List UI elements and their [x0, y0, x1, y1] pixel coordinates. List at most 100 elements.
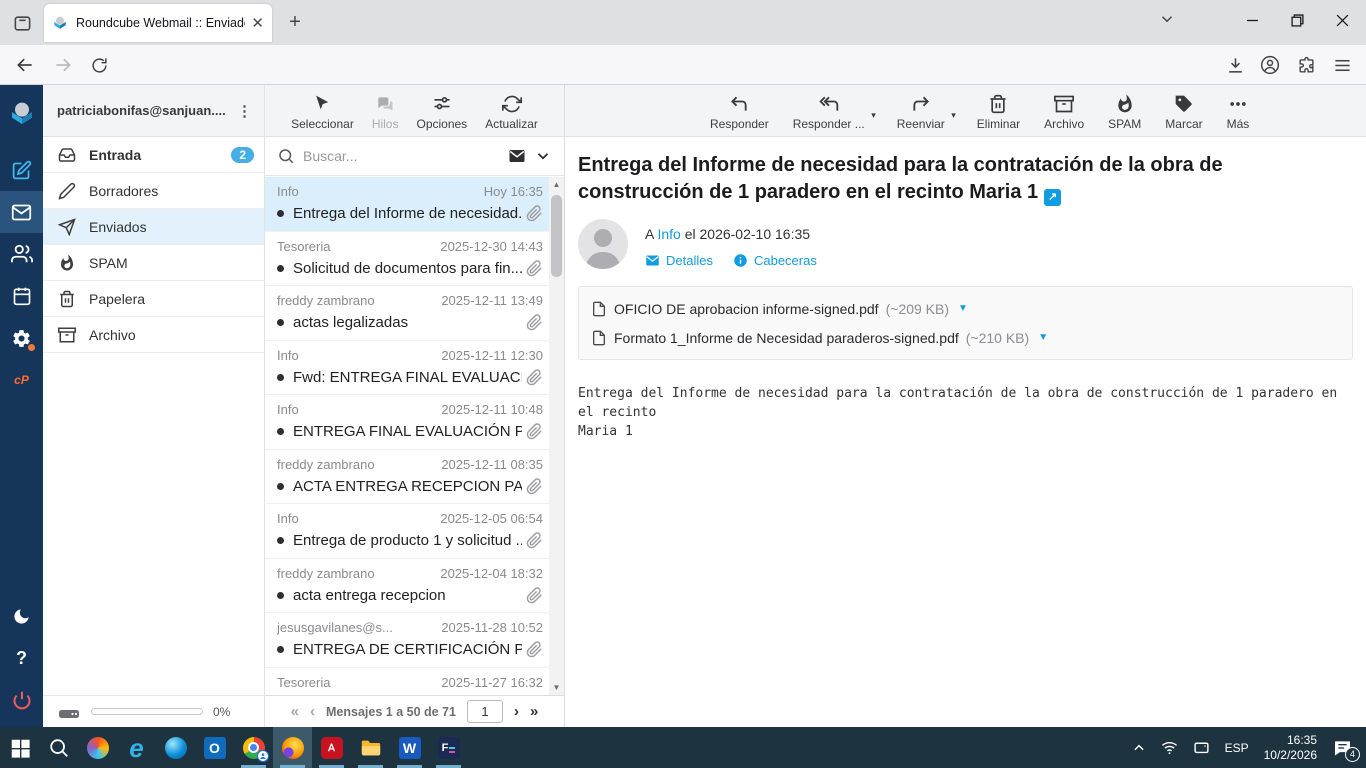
- taskbar: e O W F ESP 16:35 10/2/2026 4: [0, 727, 1366, 768]
- logout-power-icon[interactable]: [0, 679, 43, 721]
- mail-module-icon[interactable]: [0, 191, 43, 233]
- message-row[interactable]: Info 2025-12-11 12:30 Fwd: ENTREGA FINAL …: [265, 341, 549, 395]
- folder-spam[interactable]: SPAM: [43, 245, 264, 281]
- touch-keyboard-icon[interactable]: [1193, 739, 1210, 756]
- threads-button[interactable]: Hilos: [372, 94, 398, 131]
- acrobat-app-icon[interactable]: [312, 727, 351, 768]
- folder-archive[interactable]: Archivo: [43, 317, 264, 353]
- list-toolbar: Seleccionar Hilos Opciones Actualizar: [265, 85, 564, 137]
- language-indicator[interactable]: ESP: [1225, 741, 1249, 755]
- message-row[interactable]: Tesoreria 2025-12-30 14:43 Solicitud de d…: [265, 232, 549, 286]
- mark-button[interactable]: Marcar: [1165, 94, 1203, 131]
- reply-all-caret-icon[interactable]: ▾: [871, 110, 876, 121]
- search-input[interactable]: [303, 148, 500, 164]
- window-minimize-button[interactable]: [1229, 0, 1275, 40]
- select-button[interactable]: Seleccionar: [291, 94, 354, 131]
- reply-button[interactable]: Responder: [710, 94, 769, 131]
- firefox-app-icon[interactable]: [273, 727, 312, 768]
- cpanel-icon[interactable]: cP: [0, 359, 43, 401]
- scroll-up-icon[interactable]: ▲: [549, 177, 564, 192]
- forward-button[interactable]: Reenviar ▾: [897, 94, 956, 131]
- contacts-icon[interactable]: [0, 233, 43, 275]
- scrollbar-thumb[interactable]: [551, 195, 562, 277]
- dark-mode-moon-icon[interactable]: [0, 595, 43, 637]
- message-row[interactable]: freddy zambrano 2025-12-11 13:49 actas le…: [265, 286, 549, 341]
- spam-button[interactable]: SPAM: [1108, 94, 1141, 131]
- tab-list-chevron-icon[interactable]: [1158, 10, 1176, 28]
- attachment-item[interactable]: Formato 1_Informe de Necesidad paraderos…: [591, 323, 1340, 352]
- tray-date: 10/2/2026: [1263, 747, 1317, 762]
- message-row[interactable]: Info Hoy 16:35 Entrega del Informe de nec…: [265, 177, 549, 232]
- message-row[interactable]: freddy zambrano 2025-12-11 08:35 ACTA ENT…: [265, 450, 549, 504]
- extensions-puzzle-icon[interactable]: [1295, 54, 1317, 76]
- message-row[interactable]: freddy zambrano 2025-12-04 18:32 acta ent…: [265, 559, 549, 613]
- attachment-menu-caret-icon[interactable]: ▼: [958, 303, 968, 314]
- page-number-input[interactable]: [466, 700, 503, 723]
- window-close-button[interactable]: [1319, 0, 1365, 40]
- back-icon[interactable]: [14, 54, 36, 76]
- forward-caret-icon[interactable]: ▾: [951, 110, 956, 121]
- downloads-icon[interactable]: [1224, 54, 1246, 76]
- list-scrollbar[interactable]: ▲ ▼: [549, 177, 564, 695]
- tray-chevron-up-icon[interactable]: [1132, 741, 1146, 755]
- options-button[interactable]: Opciones: [416, 94, 467, 131]
- new-tab-button[interactable]: +: [282, 10, 308, 36]
- pencil-icon: [58, 182, 76, 200]
- message-row[interactable]: jesusgavilanes@s... 2025-11-28 10:52 ENTR…: [265, 613, 549, 668]
- settings-gear-icon[interactable]: [0, 317, 43, 359]
- word-app-icon[interactable]: W: [390, 727, 429, 768]
- browser-tab[interactable]: Roundcube Webmail :: Enviados ✕: [44, 4, 272, 42]
- sliders-icon: [434, 96, 450, 110]
- search-options-chevron-icon[interactable]: [534, 147, 552, 165]
- calendar-icon[interactable]: [0, 275, 43, 317]
- taskbar-search-button[interactable]: [39, 727, 78, 768]
- prev-page-icon[interactable]: ‹: [310, 703, 315, 720]
- message-row[interactable]: Info 2025-12-05 06:54 Entrega de producto…: [265, 504, 549, 559]
- archive-button[interactable]: Archivo: [1044, 94, 1084, 131]
- window-restore-button[interactable]: [1274, 0, 1320, 40]
- open-in-new-window-icon[interactable]: ↗: [1044, 189, 1062, 206]
- details-toggle[interactable]: Detalles: [645, 253, 713, 268]
- tab-close-icon[interactable]: ✕: [251, 14, 264, 32]
- tray-clock[interactable]: 16:35 10/2/2026: [1264, 733, 1317, 763]
- folder-trash[interactable]: Papelera: [43, 281, 264, 317]
- wifi-icon[interactable]: [1161, 739, 1178, 756]
- scroll-down-icon[interactable]: ▼: [549, 680, 564, 695]
- screen: Roundcube Webmail :: Enviados ✕ + cP ? p…: [0, 0, 1366, 768]
- compose-icon[interactable]: [0, 149, 43, 191]
- message-row[interactable]: Info 2025-12-11 10:48 ENTREGA FINAL EVALU…: [265, 395, 549, 450]
- account-menu-kebab-icon[interactable]: ⋮: [233, 102, 256, 120]
- edge-app-icon[interactable]: [156, 727, 195, 768]
- recipient-link[interactable]: Info: [657, 226, 680, 242]
- reload-icon[interactable]: [88, 54, 110, 76]
- start-button[interactable]: [0, 727, 39, 768]
- first-page-icon[interactable]: «: [291, 703, 299, 720]
- message-row[interactable]: Tesoreria 2025-11-27 16:32: [265, 668, 549, 696]
- delete-button[interactable]: Eliminar: [977, 94, 1020, 131]
- refresh-button[interactable]: Actualizar: [485, 94, 538, 131]
- firefox-view-icon[interactable]: [10, 11, 34, 35]
- search-scope-mail-icon[interactable]: [508, 147, 526, 165]
- headers-toggle[interactable]: Cabeceras: [733, 253, 817, 268]
- reply-all-button[interactable]: Responder ... ▾: [793, 94, 876, 131]
- folder-drafts[interactable]: Borradores: [43, 173, 264, 209]
- next-page-icon[interactable]: ›: [514, 703, 519, 720]
- message-list: Info Hoy 16:35 Entrega del Informe de nec…: [265, 177, 549, 695]
- fso-app-icon[interactable]: F: [429, 727, 468, 768]
- more-button[interactable]: Más: [1227, 94, 1249, 131]
- chrome-app-icon[interactable]: [234, 727, 273, 768]
- internet-explorer-app-icon[interactable]: e: [117, 727, 156, 768]
- help-icon[interactable]: ?: [0, 637, 43, 679]
- notifications-button[interactable]: 4: [1332, 738, 1360, 762]
- file-explorer-app-icon[interactable]: [351, 727, 390, 768]
- copilot-app-icon[interactable]: [78, 727, 117, 768]
- last-page-icon[interactable]: »: [530, 703, 538, 720]
- menu-hamburger-icon[interactable]: [1331, 54, 1353, 76]
- account-icon[interactable]: [1259, 54, 1281, 76]
- attachment-menu-caret-icon[interactable]: ▼: [1038, 332, 1048, 343]
- folder-inbox[interactable]: Entrada 2: [43, 137, 264, 173]
- folder-sent[interactable]: Enviados: [43, 209, 264, 245]
- forward-icon[interactable]: [52, 54, 74, 76]
- outlook-app-icon[interactable]: O: [195, 727, 234, 768]
- attachment-item[interactable]: OFICIO DE aprobacion informe-signed.pdf …: [591, 294, 1340, 323]
